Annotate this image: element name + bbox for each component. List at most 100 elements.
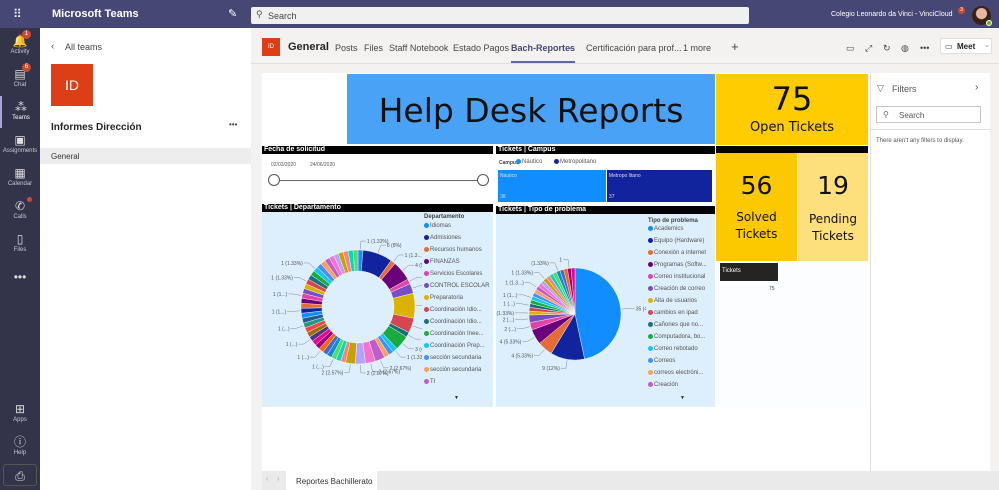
legend-item[interactable]: Coordinación Prep... bbox=[424, 343, 485, 349]
app-launcher-icon[interactable]: ⠿ bbox=[13, 7, 22, 21]
slider-handle-start[interactable] bbox=[268, 174, 280, 186]
search-icon: ⚲ bbox=[883, 110, 889, 119]
rail-item-chat[interactable]: ▤ Chat 6 bbox=[0, 63, 40, 95]
app-rail: 🔔 Activity 1 ▤ Chat 6 ⁂ Teams ▣ Assignments ▦ Calen… bbox=[0, 28, 40, 490]
legend-item[interactable]: Preparatoria bbox=[424, 295, 463, 301]
team-more-button[interactable]: ••• bbox=[229, 120, 237, 129]
team-avatar: ID bbox=[51, 64, 93, 106]
add-tab-icon[interactable]: + bbox=[731, 39, 739, 54]
date-to[interactable]: 24/06/2020 bbox=[310, 162, 335, 168]
page-tab-reportes-bachillerato[interactable]: Reportes Bachillerato bbox=[286, 471, 377, 490]
legend-item[interactable]: Admisiones bbox=[424, 235, 461, 241]
tab-posts[interactable]: Posts bbox=[335, 43, 358, 53]
channel-item-general[interactable]: General bbox=[40, 148, 251, 164]
solved-tickets-card: 56 Solved Tickets bbox=[716, 153, 797, 261]
legend-item[interactable]: Idiomas bbox=[424, 223, 451, 229]
download-button[interactable]: ⎙ bbox=[3, 464, 37, 486]
all-teams-link[interactable]: All teams bbox=[65, 42, 102, 52]
legend-item[interactable]: Alta de usuarios bbox=[648, 298, 697, 304]
tickets-table-label: Tickets bbox=[722, 268, 741, 274]
chevron-down-icon[interactable]: ⌄ bbox=[567, 43, 573, 51]
slider-track[interactable] bbox=[274, 180, 484, 181]
slider-handle-end[interactable] bbox=[477, 174, 489, 186]
prev-page-icon[interactable]: ‹ bbox=[266, 476, 268, 483]
legend-item[interactable]: correos electróni... bbox=[648, 370, 703, 376]
more-options-icon[interactable]: ••• bbox=[920, 43, 929, 53]
rail-item-files[interactable]: ▯ Files bbox=[0, 228, 40, 260]
legend-item[interactable]: Equipo (Hardware) bbox=[648, 238, 704, 244]
legend-item[interactable]: Conexión a internet bbox=[648, 250, 706, 256]
scroll-down-icon[interactable]: ▼ bbox=[454, 395, 459, 401]
open-tickets-card: 75 Open Tickets bbox=[716, 74, 868, 145]
rail-label: Activity bbox=[10, 49, 30, 55]
meet-dropdown-icon[interactable]: ⌄ bbox=[984, 41, 990, 49]
treemap-tile-1[interactable]: Metropo litano 37 bbox=[606, 170, 713, 202]
legend-item[interactable]: CONTROL ESCOLAR bbox=[424, 283, 489, 289]
more-apps-button[interactable]: ••• bbox=[0, 266, 40, 298]
tab-files[interactable]: Files bbox=[364, 43, 383, 53]
expand-icon[interactable]: ⤢ bbox=[865, 43, 872, 54]
back-icon[interactable]: ‹ bbox=[51, 41, 54, 52]
legend-swatch bbox=[648, 238, 653, 243]
data-label: 1 (1.33%) bbox=[511, 270, 533, 276]
legend-item[interactable]: FINANZAS bbox=[424, 259, 460, 265]
legend-item[interactable]: Creación de correo bbox=[648, 286, 705, 292]
data-label: 2 (...) bbox=[503, 318, 515, 324]
legend-item[interactable]: Correos bbox=[648, 358, 675, 364]
date-from[interactable]: 02/03/2020 bbox=[271, 162, 296, 168]
rail-label: Files bbox=[13, 247, 27, 253]
meet-label: Meet bbox=[957, 42, 976, 51]
rail-item-activity[interactable]: 🔔 Activity 1 bbox=[0, 30, 40, 62]
legend-item[interactable]: Coordinación Idio... bbox=[424, 319, 482, 325]
legend-item[interactable]: TI bbox=[424, 379, 435, 385]
globe-icon[interactable]: ◍ bbox=[901, 43, 909, 54]
legend-item[interactable]: sección secundaria bbox=[424, 367, 481, 373]
collapse-filters-icon[interactable]: › bbox=[975, 82, 978, 93]
tab-estado-pagos[interactable]: Estado Pagos bbox=[453, 43, 509, 53]
data-label: 2 (2.57%) bbox=[322, 370, 344, 376]
rail-item-help[interactable]: ⓘ Help bbox=[0, 431, 40, 463]
org-switcher[interactable]: Colegio Leonardo da Vinci - VinciCloud bbox=[831, 11, 953, 18]
search-input[interactable]: ⚲ Search bbox=[251, 7, 749, 24]
legend-label: cambios en ipad bbox=[654, 310, 698, 317]
legend-item[interactable]: cambios en ipad bbox=[648, 310, 698, 316]
dept-legend-title: Departamento bbox=[424, 214, 465, 220]
new-chat-icon[interactable]: ✎ bbox=[228, 7, 237, 20]
legend-item[interactable]: Coordinación Idio... bbox=[424, 307, 482, 313]
scroll-down-icon[interactable]: ▼ bbox=[680, 395, 685, 401]
meet-button[interactable]: ▭ Meet ⌄ bbox=[940, 38, 992, 54]
legend-nautico[interactable]: Náutico bbox=[516, 159, 542, 165]
rail-item-assignments[interactable]: ▣ Assignments bbox=[0, 129, 40, 161]
tab-more[interactable]: 1 more bbox=[683, 43, 711, 53]
conversation-icon[interactable]: ▭ bbox=[846, 43, 855, 54]
channel-label: General bbox=[51, 152, 80, 161]
rail-item-calls[interactable]: ✆ Calls bbox=[0, 195, 40, 227]
legend-item[interactable]: Correo rebotado bbox=[648, 346, 698, 352]
rail-item-calendar[interactable]: ▦ Calendar bbox=[0, 162, 40, 194]
next-page-icon[interactable]: › bbox=[277, 476, 279, 483]
rail-item-apps[interactable]: ⊞ Apps bbox=[0, 398, 40, 430]
filters-search-input[interactable]: ⚲ Search bbox=[876, 106, 981, 123]
rail-item-teams[interactable]: ⁂ Teams bbox=[0, 96, 40, 128]
legend-item[interactable]: Programas (Softw... bbox=[648, 262, 707, 268]
tab-staff-notebook[interactable]: Staff Notebook bbox=[389, 43, 448, 53]
legend-item[interactable]: Computadora, bo... bbox=[648, 334, 705, 340]
legend-item[interactable]: Cañones que no... bbox=[648, 322, 703, 328]
rail-label: Apps bbox=[13, 417, 27, 423]
legend-item[interactable]: Servicios Escolares bbox=[424, 271, 482, 277]
legend-item[interactable]: Correo institucional bbox=[648, 274, 705, 280]
tab-bach-reportes[interactable]: Bach-Reportes bbox=[511, 43, 576, 63]
legend-item[interactable]: Academics bbox=[648, 226, 683, 232]
leader-line bbox=[402, 264, 415, 271]
legend-item[interactable]: Recursos humanos bbox=[424, 247, 482, 253]
legend-item[interactable]: Coordinación Inee... bbox=[424, 331, 484, 337]
legend-metropolitano[interactable]: Metropolitano bbox=[554, 159, 596, 165]
treemap-tile-0[interactable]: Náutico 38 bbox=[498, 170, 607, 202]
leader-line bbox=[412, 325, 422, 329]
legend-item[interactable]: Creación bbox=[648, 382, 678, 388]
data-label: 1 (...) bbox=[278, 327, 290, 333]
legend-item[interactable]: sección secundaria bbox=[424, 355, 481, 361]
tab-certificacion[interactable]: Certificación para prof... bbox=[586, 43, 682, 53]
slice-0[interactable] bbox=[574, 267, 622, 360]
reload-icon[interactable]: ↻ bbox=[883, 43, 891, 54]
